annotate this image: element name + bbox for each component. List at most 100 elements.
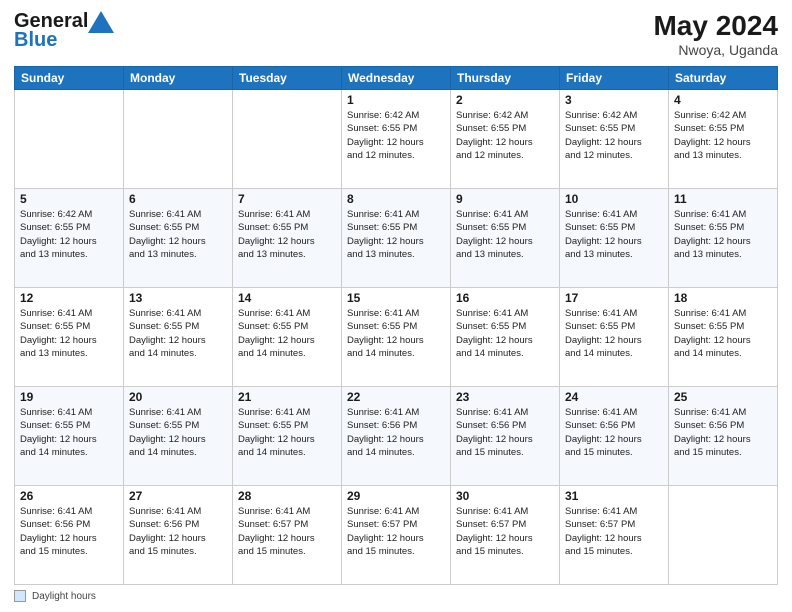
calendar-day-header: Sunday <box>15 67 124 90</box>
day-info: Sunrise: 6:41 AM Sunset: 6:55 PM Dayligh… <box>565 307 663 360</box>
day-info: Sunrise: 6:41 AM Sunset: 6:55 PM Dayligh… <box>238 208 336 261</box>
daylight-box <box>14 590 26 602</box>
logo-icon <box>88 11 114 33</box>
calendar-cell: 19 Sunrise: 6:41 AM Sunset: 6:55 PM Dayli… <box>15 387 124 486</box>
day-info: Sunrise: 6:41 AM Sunset: 6:55 PM Dayligh… <box>565 208 663 261</box>
calendar-cell: 25 Sunrise: 6:41 AM Sunset: 6:56 PM Dayli… <box>669 387 778 486</box>
day-info: Sunrise: 6:41 AM Sunset: 6:55 PM Dayligh… <box>238 307 336 360</box>
day-number: 4 <box>674 93 772 107</box>
day-info: Sunrise: 6:41 AM Sunset: 6:55 PM Dayligh… <box>347 307 445 360</box>
day-number: 12 <box>20 291 118 305</box>
day-info: Sunrise: 6:42 AM Sunset: 6:55 PM Dayligh… <box>456 109 554 162</box>
day-info: Sunrise: 6:41 AM Sunset: 6:55 PM Dayligh… <box>456 307 554 360</box>
day-number: 30 <box>456 489 554 503</box>
calendar-cell: 2 Sunrise: 6:42 AM Sunset: 6:55 PM Daylig… <box>451 90 560 189</box>
calendar-cell: 6 Sunrise: 6:41 AM Sunset: 6:55 PM Daylig… <box>124 189 233 288</box>
day-info: Sunrise: 6:41 AM Sunset: 6:56 PM Dayligh… <box>129 505 227 558</box>
day-number: 6 <box>129 192 227 206</box>
day-info: Sunrise: 6:41 AM Sunset: 6:55 PM Dayligh… <box>456 208 554 261</box>
day-info: Sunrise: 6:41 AM Sunset: 6:57 PM Dayligh… <box>238 505 336 558</box>
day-number: 11 <box>674 192 772 206</box>
footer: Daylight hours <box>14 590 778 602</box>
day-info: Sunrise: 6:41 AM Sunset: 6:56 PM Dayligh… <box>20 505 118 558</box>
day-number: 10 <box>565 192 663 206</box>
day-number: 28 <box>238 489 336 503</box>
day-number: 13 <box>129 291 227 305</box>
calendar-cell <box>15 90 124 189</box>
day-info: Sunrise: 6:41 AM Sunset: 6:57 PM Dayligh… <box>565 505 663 558</box>
day-number: 16 <box>456 291 554 305</box>
calendar-cell: 12 Sunrise: 6:41 AM Sunset: 6:55 PM Dayli… <box>15 288 124 387</box>
calendar-cell: 9 Sunrise: 6:41 AM Sunset: 6:55 PM Daylig… <box>451 189 560 288</box>
day-info: Sunrise: 6:41 AM Sunset: 6:57 PM Dayligh… <box>456 505 554 558</box>
calendar-cell <box>669 486 778 585</box>
calendar-cell <box>233 90 342 189</box>
day-number: 31 <box>565 489 663 503</box>
day-number: 15 <box>347 291 445 305</box>
calendar-cell: 24 Sunrise: 6:41 AM Sunset: 6:56 PM Dayli… <box>560 387 669 486</box>
calendar-week-row: 19 Sunrise: 6:41 AM Sunset: 6:55 PM Dayli… <box>15 387 778 486</box>
calendar-cell: 1 Sunrise: 6:42 AM Sunset: 6:55 PM Daylig… <box>342 90 451 189</box>
day-info: Sunrise: 6:42 AM Sunset: 6:55 PM Dayligh… <box>565 109 663 162</box>
calendar-cell: 15 Sunrise: 6:41 AM Sunset: 6:55 PM Dayli… <box>342 288 451 387</box>
day-info: Sunrise: 6:42 AM Sunset: 6:55 PM Dayligh… <box>20 208 118 261</box>
calendar-cell: 31 Sunrise: 6:41 AM Sunset: 6:57 PM Dayli… <box>560 486 669 585</box>
calendar-cell: 14Sunrise: 6:41 AM Sunset: 6:55 PM Dayli… <box>233 288 342 387</box>
page-title: May 2024 <box>653 10 778 42</box>
day-number: 2 <box>456 93 554 107</box>
header: General Blue May 2024 Nwoya, Uganda <box>14 10 778 58</box>
calendar-cell: 29Sunrise: 6:41 AM Sunset: 6:57 PM Dayli… <box>342 486 451 585</box>
calendar-cell <box>124 90 233 189</box>
day-number: 5 <box>20 192 118 206</box>
day-info: Sunrise: 6:41 AM Sunset: 6:55 PM Dayligh… <box>347 208 445 261</box>
calendar-week-row: 5 Sunrise: 6:42 AM Sunset: 6:55 PM Daylig… <box>15 189 778 288</box>
calendar-week-row: 1 Sunrise: 6:42 AM Sunset: 6:55 PM Daylig… <box>15 90 778 189</box>
page: General Blue May 2024 Nwoya, Uganda Sund… <box>0 0 792 612</box>
day-number: 21 <box>238 390 336 404</box>
calendar-cell: 21Sunrise: 6:41 AM Sunset: 6:55 PM Dayli… <box>233 387 342 486</box>
daylight-label: Daylight hours <box>32 591 96 602</box>
calendar-day-header: Wednesday <box>342 67 451 90</box>
calendar-cell: 20 Sunrise: 6:41 AM Sunset: 6:55 PM Dayli… <box>124 387 233 486</box>
calendar-day-header: Tuesday <box>233 67 342 90</box>
calendar-table: SundayMondayTuesdayWednesdayThursdayFrid… <box>14 66 778 585</box>
day-number: 9 <box>456 192 554 206</box>
day-number: 25 <box>674 390 772 404</box>
calendar-cell: 5 Sunrise: 6:42 AM Sunset: 6:55 PM Daylig… <box>15 189 124 288</box>
day-number: 7 <box>238 192 336 206</box>
day-info: Sunrise: 6:41 AM Sunset: 6:55 PM Dayligh… <box>129 208 227 261</box>
calendar-cell: 7 Sunrise: 6:41 AM Sunset: 6:55 PM Daylig… <box>233 189 342 288</box>
day-info: Sunrise: 6:42 AM Sunset: 6:55 PM Dayligh… <box>674 109 772 162</box>
calendar-cell: 16 Sunrise: 6:41 AM Sunset: 6:55 PM Dayli… <box>451 288 560 387</box>
calendar-day-header: Monday <box>124 67 233 90</box>
day-info: Sunrise: 6:41 AM Sunset: 6:56 PM Dayligh… <box>565 406 663 459</box>
calendar-cell: 10 Sunrise: 6:41 AM Sunset: 6:55 PM Dayli… <box>560 189 669 288</box>
day-number: 19 <box>20 390 118 404</box>
day-info: Sunrise: 6:41 AM Sunset: 6:55 PM Dayligh… <box>674 307 772 360</box>
day-info: Sunrise: 6:41 AM Sunset: 6:55 PM Dayligh… <box>20 406 118 459</box>
calendar-cell: 22Sunrise: 6:41 AM Sunset: 6:56 PM Dayli… <box>342 387 451 486</box>
day-number: 27 <box>129 489 227 503</box>
day-info: Sunrise: 6:41 AM Sunset: 6:56 PM Dayligh… <box>347 406 445 459</box>
calendar-cell: 3Sunrise: 6:42 AM Sunset: 6:55 PM Daylig… <box>560 90 669 189</box>
day-number: 26 <box>20 489 118 503</box>
calendar-cell: 26 Sunrise: 6:41 AM Sunset: 6:56 PM Dayli… <box>15 486 124 585</box>
calendar-cell: 28 Sunrise: 6:41 AM Sunset: 6:57 PM Dayli… <box>233 486 342 585</box>
day-info: Sunrise: 6:41 AM Sunset: 6:56 PM Dayligh… <box>674 406 772 459</box>
day-number: 24 <box>565 390 663 404</box>
calendar-header-row: SundayMondayTuesdayWednesdayThursdayFrid… <box>15 67 778 90</box>
day-info: Sunrise: 6:41 AM Sunset: 6:55 PM Dayligh… <box>20 307 118 360</box>
calendar-day-header: Saturday <box>669 67 778 90</box>
logo: General Blue <box>14 10 114 52</box>
day-number: 20 <box>129 390 227 404</box>
day-info: Sunrise: 6:41 AM Sunset: 6:56 PM Dayligh… <box>456 406 554 459</box>
day-number: 1 <box>347 93 445 107</box>
title-block: May 2024 Nwoya, Uganda <box>653 10 778 58</box>
calendar-cell: 11Sunrise: 6:41 AM Sunset: 6:55 PM Dayli… <box>669 189 778 288</box>
day-number: 23 <box>456 390 554 404</box>
calendar-week-row: 12 Sunrise: 6:41 AM Sunset: 6:55 PM Dayli… <box>15 288 778 387</box>
day-info: Sunrise: 6:41 AM Sunset: 6:55 PM Dayligh… <box>129 406 227 459</box>
calendar-day-header: Thursday <box>451 67 560 90</box>
calendar-cell: 4 Sunrise: 6:42 AM Sunset: 6:55 PM Daylig… <box>669 90 778 189</box>
day-info: Sunrise: 6:42 AM Sunset: 6:55 PM Dayligh… <box>347 109 445 162</box>
